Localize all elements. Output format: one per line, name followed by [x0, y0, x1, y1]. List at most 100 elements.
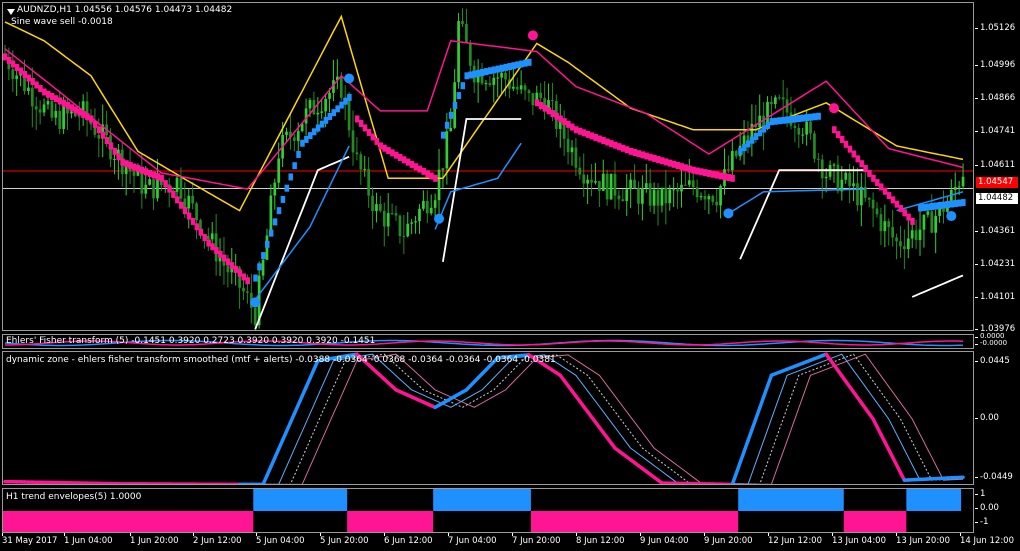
candle-body — [269, 195, 273, 236]
pink-step-block — [890, 196, 896, 204]
candle-body — [844, 172, 848, 180]
pink-step-block — [128, 161, 133, 169]
pink-step-block — [695, 167, 700, 175]
trend-envelopes-pane[interactable]: H1 trend envelopes(5) 1.0000 — [2, 488, 974, 533]
blue-step-block — [304, 135, 309, 143]
pink-step-block — [401, 156, 407, 164]
pink-step-block — [206, 239, 211, 247]
lower-envelope-line — [911, 274, 964, 298]
candle-body — [961, 176, 965, 187]
blue-step-block — [921, 203, 927, 211]
fisher-tick: -0.0000 — [974, 339, 1008, 347]
candle-body — [511, 86, 515, 89]
blue-step-block — [472, 70, 477, 78]
candle-body — [609, 173, 613, 200]
pink-step-block — [112, 147, 118, 155]
pink-step-block — [644, 152, 649, 160]
blue-step-block — [925, 203, 931, 211]
pink-step-block — [702, 169, 708, 177]
candle-body — [957, 186, 961, 188]
pink-step-block — [135, 165, 141, 173]
dz-tick: -0.0449 — [975, 472, 1013, 482]
pink-step-block — [624, 146, 630, 154]
dynamic-zone-axis: 0.0445 0.00 -0.0449 — [975, 351, 1020, 485]
candle-body — [359, 154, 363, 170]
pink-step-block — [847, 145, 853, 153]
candle-body — [578, 167, 582, 175]
dynamic-zone-pane[interactable]: dynamic zone - ehlers fisher transform s… — [2, 351, 974, 485]
blue-step-block — [347, 93, 352, 101]
pink-step-block — [241, 273, 247, 281]
blue-step-block — [460, 82, 466, 90]
blue-step-block — [339, 101, 344, 109]
pink-step-block — [671, 160, 677, 168]
pink-step-block — [597, 135, 602, 143]
candle-body — [777, 97, 781, 99]
pink-step-block — [202, 234, 207, 242]
candle-body — [527, 90, 531, 94]
candle-body — [386, 213, 390, 227]
candle-body — [429, 207, 433, 214]
time-tick: 8 Jun 12:00 — [576, 533, 625, 546]
candle-body — [856, 183, 859, 206]
time-tick: 5 Jun 04:00 — [256, 533, 305, 546]
trend-up-bar — [906, 489, 962, 511]
pink-step-block — [601, 137, 606, 145]
candle-body — [644, 183, 648, 188]
candle-body — [918, 229, 922, 241]
blue-step-block — [495, 65, 501, 73]
pink-step-block — [61, 99, 67, 107]
candle-body — [461, 21, 464, 24]
trend-down-bar — [530, 511, 739, 532]
blue-step-block — [949, 200, 954, 208]
pink-step-block — [69, 104, 74, 112]
pink-step-block — [648, 153, 653, 161]
pink-step-block — [46, 90, 51, 98]
pink-step-block — [49, 92, 55, 100]
candle-body — [699, 196, 703, 198]
candle-body — [355, 152, 359, 155]
candle-body — [195, 203, 198, 221]
candle-body — [406, 223, 410, 237]
candle-body — [656, 189, 660, 206]
pink-step-block — [585, 130, 591, 138]
pink-step-block — [589, 132, 595, 140]
candle-body — [906, 238, 910, 250]
pink-step-block — [562, 118, 567, 126]
blue-step-block — [519, 60, 524, 68]
pink-step-block — [710, 170, 716, 178]
trend-envelopes-svg — [3, 489, 962, 532]
pink-step-block — [14, 63, 20, 71]
pink-step-block — [855, 155, 861, 163]
fisher-transform-pane[interactable]: Ehlers' Fisher transform (5) -0.1451 0.3… — [2, 334, 974, 349]
candle-body — [805, 121, 808, 135]
pink-step-block — [691, 166, 696, 174]
pink-step-block — [65, 101, 71, 109]
candle-body — [813, 133, 816, 159]
candle-body — [793, 125, 797, 128]
candle-body — [727, 169, 730, 171]
blue-step-block — [945, 201, 950, 209]
candle-body — [347, 99, 351, 131]
pink-step-block — [558, 115, 563, 123]
blue-step-block — [257, 263, 262, 271]
candle-body — [187, 195, 191, 209]
pink-step-block — [229, 262, 235, 270]
candle-body — [11, 69, 15, 80]
blue-step-block — [812, 113, 817, 121]
candle-body — [465, 23, 468, 43]
candle-body — [304, 108, 308, 124]
candle-body — [930, 211, 934, 233]
pink-step-block — [683, 164, 688, 172]
candle-body — [34, 106, 38, 110]
candle-body — [832, 164, 836, 166]
pink-step-block — [237, 269, 243, 277]
candle-body — [277, 158, 281, 183]
candle-body — [320, 111, 324, 113]
pink-step-block — [374, 137, 380, 145]
main-chart-pane[interactable]: AUDNZD,H1 1.04556 1.04576 1.04473 1.0448… — [2, 2, 974, 331]
candle-body — [218, 257, 222, 262]
blue-step-block — [773, 117, 778, 125]
pink-step-block — [194, 223, 200, 231]
candle-body — [652, 189, 656, 206]
